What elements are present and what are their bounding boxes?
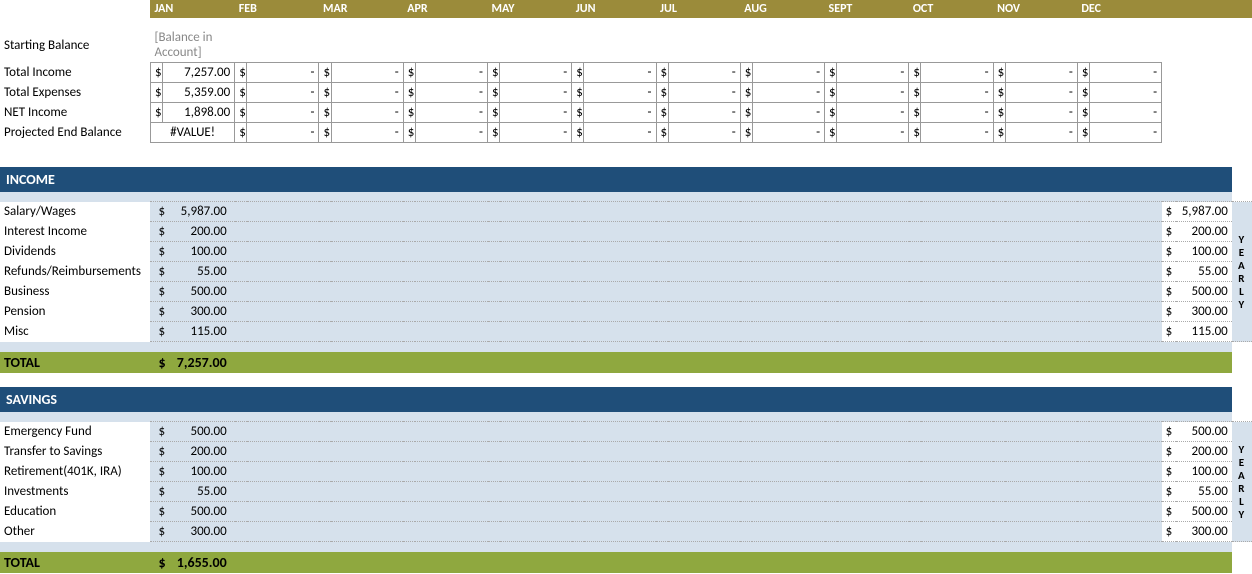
data-row: Dividends$100.00$100.00: [0, 242, 1252, 262]
cell-val[interactable]: 1,898.00: [162, 103, 234, 123]
month-jan[interactable]: JAN: [150, 0, 234, 18]
row-label: Total Income: [0, 63, 150, 83]
yearly-val: 200.00: [1176, 442, 1232, 462]
row-label: NET Income: [0, 103, 150, 123]
data-row: Salary/Wages$5,987.00$5,987.00YEARLY: [0, 202, 1252, 222]
cell-val[interactable]: 500.00: [162, 422, 234, 442]
data-row: Other$300.00$300.00: [0, 522, 1252, 542]
month-feb[interactable]: FEB: [235, 0, 319, 18]
cell-val[interactable]: 55.00: [162, 262, 234, 282]
row-label: Interest Income: [0, 222, 150, 242]
total-income-row: Total Income $7,257.00 $- $- $- $- $- $-…: [0, 63, 1252, 83]
data-row: Transfer to Savings$200.00$200.00: [0, 442, 1252, 462]
income-total-value: 7,257.00: [162, 352, 234, 373]
cell-val[interactable]: 100.00: [162, 242, 234, 262]
data-row: Misc$115.00$115.00: [0, 322, 1252, 342]
yearly-val: 55.00: [1176, 262, 1232, 282]
month-oct[interactable]: OCT: [909, 0, 993, 18]
row-label: Misc: [0, 322, 150, 342]
income-total-row: TOTAL $ 7,257.00: [0, 352, 1252, 373]
row-label: Total Expenses: [0, 83, 150, 103]
row-label: Transfer to Savings: [0, 442, 150, 462]
row-label: Salary/Wages: [0, 202, 150, 222]
yearly-val: 300.00: [1176, 522, 1232, 542]
yearly-val: 500.00: [1176, 422, 1232, 442]
cell-val[interactable]: 200.00: [162, 442, 234, 462]
data-row: Investments$55.00$55.00: [0, 482, 1252, 502]
cell-val[interactable]: 5,987.00: [162, 202, 234, 222]
savings-total-value: 1,655.00: [162, 552, 234, 573]
yearly-val: 500.00: [1176, 502, 1232, 522]
month-header-row: JAN FEB MAR APR MAY JUN JUL AUG SEPT OCT…: [0, 0, 1252, 18]
month-jul[interactable]: JUL: [656, 0, 740, 18]
cell-val[interactable]: 200.00: [162, 222, 234, 242]
data-row: Retirement(401K, IRA)$100.00$100.00: [0, 462, 1252, 482]
yearly-val: 500.00: [1176, 282, 1232, 302]
row-label: Retirement(401K, IRA): [0, 462, 150, 482]
data-row: Refunds/Reimbursements$55.00$55.00: [0, 262, 1252, 282]
data-row: Education$500.00$500.00: [0, 502, 1252, 522]
cell-val[interactable]: 115.00: [162, 322, 234, 342]
income-header: INCOME: [0, 167, 1252, 192]
yearly-val: 55.00: [1176, 482, 1232, 502]
data-row: Interest Income$200.00$200.00: [0, 222, 1252, 242]
yearly-val: 115.00: [1176, 322, 1232, 342]
savings-header: SAVINGS: [0, 387, 1252, 412]
yearly-val: 100.00: [1176, 242, 1232, 262]
row-label: Business: [0, 282, 150, 302]
total-label: TOTAL: [0, 552, 150, 573]
yearly-val: 200.00: [1176, 222, 1232, 242]
cell-val[interactable]: 7,257.00: [162, 63, 234, 83]
row-label: Dividends: [0, 242, 150, 262]
data-row: Emergency Fund$500.00$500.00YEARLY: [0, 422, 1252, 442]
cell-val[interactable]: 500.00: [162, 502, 234, 522]
data-row: Pension$300.00$300.00: [0, 302, 1252, 322]
cell-val[interactable]: 55.00: [162, 482, 234, 502]
cell-val[interactable]: 300.00: [162, 302, 234, 322]
yearly-label-band: YEARLY: [1232, 422, 1252, 542]
cell-val[interactable]: 5,359.00: [162, 83, 234, 103]
yearly-label-band: YEARLY: [1232, 202, 1252, 342]
data-row: Business$500.00$500.00: [0, 282, 1252, 302]
row-label: Investments: [0, 482, 150, 502]
total-expenses-row: Total Expenses $5,359.00 $- $- $- $- $- …: [0, 83, 1252, 103]
month-may[interactable]: MAY: [488, 0, 572, 18]
month-sept[interactable]: SEPT: [825, 0, 909, 18]
row-label: Emergency Fund: [0, 422, 150, 442]
row-label: Other: [0, 522, 150, 542]
cell-val[interactable]: 300.00: [162, 522, 234, 542]
row-label: Refunds/Reimbursements: [0, 262, 150, 282]
cell-val[interactable]: 100.00: [162, 462, 234, 482]
month-mar[interactable]: MAR: [319, 0, 403, 18]
net-income-row: NET Income $1,898.00 $- $- $- $- $- $- $…: [0, 103, 1252, 123]
row-label: Starting Balance: [0, 28, 150, 63]
starting-balance-row: Starting Balance [Balance in Account]: [0, 28, 1252, 63]
yearly-val: 100.00: [1176, 462, 1232, 482]
month-dec[interactable]: DEC: [1077, 0, 1161, 18]
projected-end-row: Projected End Balance #VALUE! $- $- $- $…: [0, 123, 1252, 143]
cell-val[interactable]: #VALUE!: [150, 123, 234, 143]
total-label: TOTAL: [0, 352, 150, 373]
savings-total-row: TOTAL $ 1,655.00: [0, 552, 1252, 573]
row-label: Projected End Balance: [0, 123, 150, 143]
budget-spreadsheet: JAN FEB MAR APR MAY JUN JUL AUG SEPT OCT…: [0, 0, 1252, 573]
starting-balance-jan[interactable]: [Balance in Account]: [150, 28, 234, 63]
month-jun[interactable]: JUN: [572, 0, 656, 18]
month-nov[interactable]: NOV: [993, 0, 1077, 18]
row-label: Education: [0, 502, 150, 522]
row-label: Pension: [0, 302, 150, 322]
cell-val[interactable]: 500.00: [162, 282, 234, 302]
yearly-val: 5,987.00: [1176, 202, 1232, 222]
yearly-val: 300.00: [1176, 302, 1232, 322]
month-aug[interactable]: AUG: [740, 0, 824, 18]
month-apr[interactable]: APR: [403, 0, 487, 18]
